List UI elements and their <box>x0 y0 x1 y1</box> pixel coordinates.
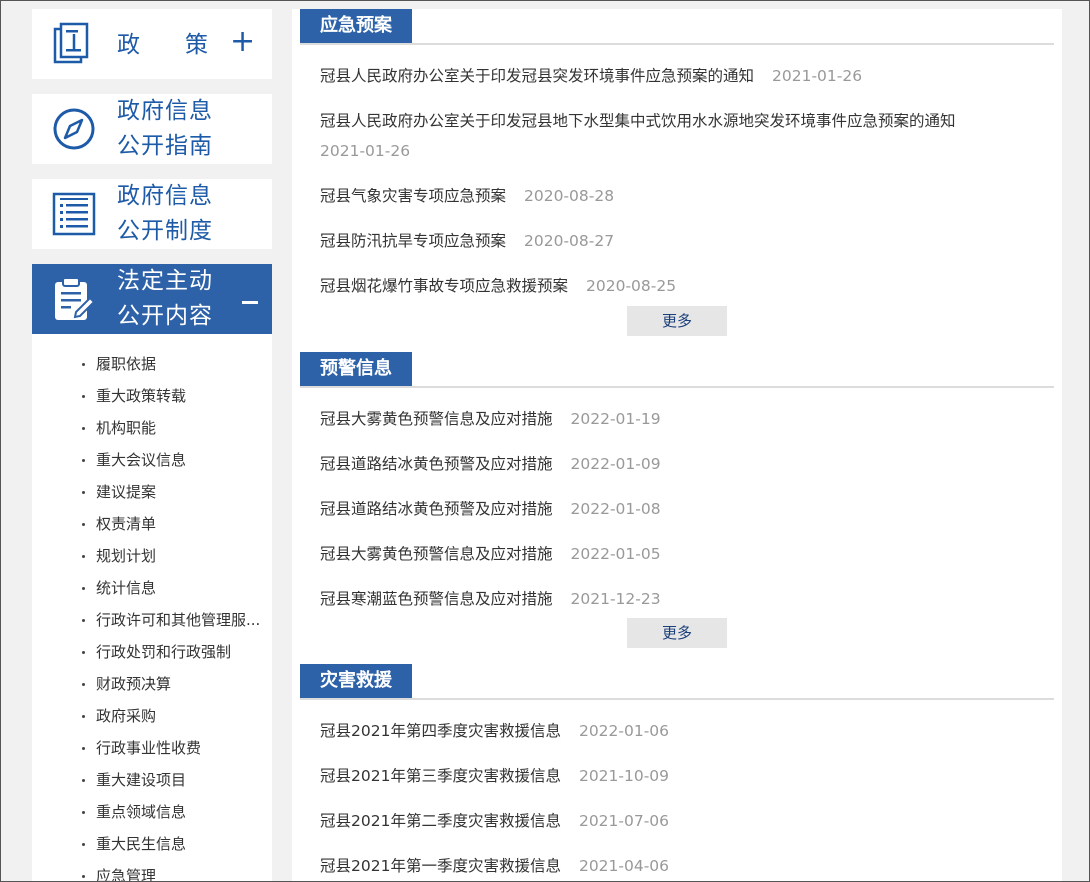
list-item: 冠县2021年第二季度灾害救援信息 2021-07-06 <box>300 806 1054 836</box>
item-date: 2021-04-06 <box>578 857 670 875</box>
item-title-link[interactable]: 冠县2021年第二季度灾害救援信息 <box>320 812 561 830</box>
item-title-link[interactable]: 冠县人民政府办公室关于印发冠县地下水型集中式饮用水水源地突发环境事件应急预案的通… <box>320 112 956 130</box>
sidebar-item[interactable]: 重大政策转载 <box>32 380 272 412</box>
item-date: 2021-10-09 <box>578 767 670 785</box>
list-item: 冠县大雾黄色预警信息及应对措施 2022-01-19 <box>300 404 1054 434</box>
sidebar: 政策 + 政府信息 公开指南 政府信息 公开制度 法定主动 公开内容 履职依据 … <box>32 9 272 881</box>
item-title-link[interactable]: 冠县寒潮蓝色预警信息及应对措施 <box>320 590 553 608</box>
sidebar-sublist: 履职依据 重大政策转载 机构职能 重大会议信息 建议提案 权责清单 规划计划 统… <box>32 334 272 881</box>
section-warning: 预警信息 冠县大雾黄色预警信息及应对措施 2022-01-19 冠县道路结冰黄色预… <box>300 352 1054 648</box>
sidebar-item[interactable]: 行政事业性收费 <box>32 732 272 764</box>
sidebar-item[interactable]: 应急管理 <box>32 860 272 881</box>
item-date: 2022-01-08 <box>570 500 661 518</box>
item-title-link[interactable]: 冠县2021年第三季度灾害救援信息 <box>320 767 561 785</box>
list-item: 冠县气象灾害专项应急预案 2020-08-28 <box>300 181 1054 211</box>
list-item: 冠县烟花爆竹事故专项应急救援预案 2020-08-25 <box>300 271 1054 301</box>
sidebar-item[interactable]: 履职依据 <box>32 348 272 380</box>
item-date: 2020-08-28 <box>524 187 615 205</box>
item-title-link[interactable]: 冠县道路结冰黄色预警及应对措施 <box>320 500 553 518</box>
list-item: 冠县道路结冰黄色预警及应对措施 2022-01-08 <box>300 494 1054 524</box>
nav-guide-line1: 政府信息 <box>117 98 213 124</box>
item-title-link[interactable]: 冠县大雾黄色预警信息及应对措施 <box>320 545 553 563</box>
section-header: 应急预案 <box>300 9 1054 45</box>
item-title-link[interactable]: 冠县烟花爆竹事故专项应急救援预案 <box>320 277 568 295</box>
expand-plus-icon[interactable]: + <box>230 27 255 57</box>
page-frame: 政策 + 政府信息 公开指南 政府信息 公开制度 法定主动 公开内容 履职依据 … <box>0 0 1090 882</box>
list-item: 冠县防汛抗旱专项应急预案 2020-08-27 <box>300 226 1054 256</box>
section-emergency-plan: 应急预案 冠县人民政府办公室关于印发冠县突发环境事件应急预案的通知 2021-01… <box>300 9 1054 336</box>
item-title-link[interactable]: 冠县大雾黄色预警信息及应对措施 <box>320 410 553 428</box>
item-date: 2020-08-27 <box>524 232 615 250</box>
clipboard-edit-icon <box>52 276 96 328</box>
sidebar-item[interactable]: 规划计划 <box>32 540 272 572</box>
nav-system-label: 政府信息 公开制度 <box>117 179 213 249</box>
item-date: 2021-01-26 <box>320 142 411 160</box>
item-date: 2022-01-05 <box>570 545 661 563</box>
item-date: 2022-01-09 <box>570 455 661 473</box>
nav-guide-line2: 公开指南 <box>117 133 213 159</box>
sidebar-item[interactable]: 重大会议信息 <box>32 444 272 476</box>
main-content: 应急预案 冠县人民政府办公室关于印发冠县突发环境事件应急预案的通知 2021-01… <box>292 9 1062 881</box>
nav-system-line1: 政府信息 <box>117 183 213 209</box>
list-item: 冠县大雾黄色预警信息及应对措施 2022-01-05 <box>300 539 1054 569</box>
list-item: 冠县2021年第一季度灾害救援信息 2021-04-06 <box>300 851 1054 881</box>
nav-system-line2: 公开制度 <box>117 218 213 244</box>
list-item: 冠县人民政府办公室关于印发冠县突发环境事件应急预案的通知 2021-01-26 <box>300 61 1054 91</box>
sidebar-item[interactable]: 建议提案 <box>32 476 272 508</box>
nav-policy-label: 政策 <box>117 32 208 58</box>
item-title-link[interactable]: 冠县2021年第四季度灾害救援信息 <box>320 722 561 740</box>
item-date: 2021-12-23 <box>570 590 661 608</box>
more-button[interactable]: 更多 <box>627 306 727 336</box>
list-item: 冠县2021年第四季度灾害救援信息 2022-01-06 <box>300 716 1054 746</box>
collapse-minus-icon[interactable] <box>242 301 258 304</box>
sidebar-item[interactable]: 重大民生信息 <box>32 828 272 860</box>
nav-content-label: 法定主动 公开内容 <box>117 264 213 334</box>
sidebar-item[interactable]: 统计信息 <box>32 572 272 604</box>
sidebar-item[interactable]: 行政处罚和行政强制 <box>32 636 272 668</box>
item-title-link[interactable]: 冠县气象灾害专项应急预案 <box>320 187 506 205</box>
sidebar-item[interactable]: 财政预决算 <box>32 668 272 700</box>
sidebar-item[interactable]: 行政许可和其他管理服... <box>32 604 272 636</box>
sidebar-item[interactable]: 重大建设项目 <box>32 764 272 796</box>
list-doc-icon <box>52 191 98 241</box>
item-date: 2022-01-06 <box>578 722 670 740</box>
more-button[interactable]: 更多 <box>627 618 727 648</box>
item-title-link[interactable]: 冠县2021年第一季度灾害救援信息 <box>320 857 561 875</box>
section-relief: 灾害救援 冠县2021年第四季度灾害救援信息 2022-01-06 冠县2021年… <box>300 664 1054 881</box>
sidebar-item[interactable]: 权责清单 <box>32 508 272 540</box>
item-date: 2021-07-06 <box>578 812 670 830</box>
list-item: 冠县道路结冰黄色预警及应对措施 2022-01-09 <box>300 449 1054 479</box>
list-item: 冠县2021年第三季度灾害救援信息 2021-10-09 <box>300 761 1054 791</box>
section-title: 预警信息 <box>300 352 412 386</box>
sidebar-item[interactable]: 机构职能 <box>32 412 272 444</box>
sidebar-item[interactable]: 重点领域信息 <box>32 796 272 828</box>
section-title: 应急预案 <box>300 9 412 43</box>
nav-content-line2: 公开内容 <box>117 303 213 329</box>
nav-content[interactable]: 法定主动 公开内容 <box>32 264 272 334</box>
section-title: 灾害救援 <box>300 664 412 698</box>
compass-icon <box>52 107 96 155</box>
nav-content-line1: 法定主动 <box>117 268 213 294</box>
item-title-link[interactable]: 冠县防汛抗旱专项应急预案 <box>320 232 506 250</box>
item-title-link[interactable]: 冠县道路结冰黄色预警及应对措施 <box>320 455 553 473</box>
sidebar-item[interactable]: 政府采购 <box>32 700 272 732</box>
section-header: 预警信息 <box>300 352 1054 388</box>
item-date: 2021-01-26 <box>772 67 863 85</box>
item-title-link[interactable]: 冠县人民政府办公室关于印发冠县突发环境事件应急预案的通知 <box>320 67 754 85</box>
nav-policy[interactable]: 政策 + <box>32 9 272 79</box>
section-header: 灾害救援 <box>300 664 1054 700</box>
item-date: 2022-01-19 <box>570 410 661 428</box>
list-item: 冠县寒潮蓝色预警信息及应对措施 2021-12-23 <box>300 584 1054 614</box>
nav-guide[interactable]: 政府信息 公开指南 <box>32 94 272 164</box>
item-date: 2020-08-25 <box>586 277 677 295</box>
document-icon <box>52 22 92 70</box>
nav-system[interactable]: 政府信息 公开制度 <box>32 179 272 249</box>
list-item: 冠县人民政府办公室关于印发冠县地下水型集中式饮用水水源地突发环境事件应急预案的通… <box>300 106 1054 166</box>
nav-guide-label: 政府信息 公开指南 <box>117 94 213 164</box>
